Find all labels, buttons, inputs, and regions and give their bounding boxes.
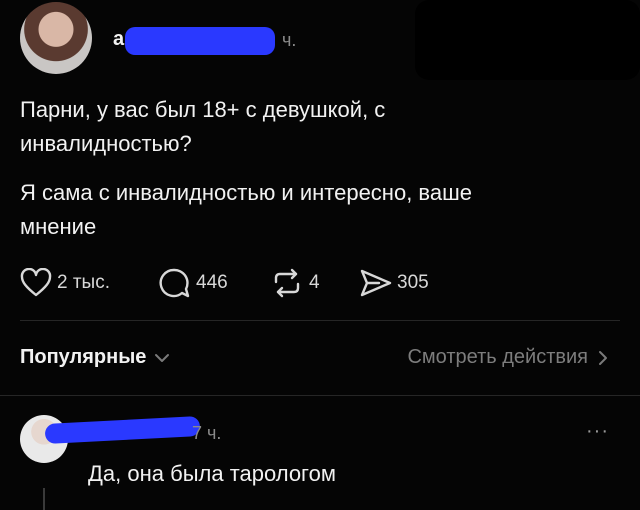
view-activity-label: Смотреть действия: [407, 346, 588, 368]
view-activity-link[interactable]: Смотреть действия: [407, 346, 608, 369]
post-text-line-2: инвалидностью?: [20, 131, 192, 156]
repost-icon: [274, 268, 300, 298]
divider: [0, 395, 640, 396]
username-redaction: [125, 27, 275, 55]
post-text-line-3: Я сама с инвалидностью и интересно, ваше: [20, 180, 472, 205]
more-options-button[interactable]: ···: [586, 420, 609, 443]
comments-count: 446: [196, 272, 228, 293]
reposts-count: 4: [309, 272, 320, 293]
comment-username-redaction: [44, 415, 201, 445]
post-text-line-4: мнение: [20, 214, 97, 239]
post-time: ч.: [282, 30, 297, 50]
comment-text: Да, она была тарологом: [88, 461, 336, 486]
post-text-line-1: Парни, у вас был 18+ с девушкой, с: [20, 97, 386, 122]
sort-label: Популярные: [20, 346, 147, 368]
like-button[interactable]: [20, 268, 52, 298]
chevron-right-icon: [599, 350, 607, 365]
likes-count: 2 тыс.: [57, 272, 110, 293]
shares-count: 305: [397, 272, 429, 293]
post-author-name[interactable]: a: [113, 28, 124, 51]
share-button[interactable]: [359, 268, 393, 298]
sort-dropdown[interactable]: Популярные: [20, 346, 170, 369]
post-author-avatar[interactable]: [20, 2, 92, 74]
comment-button[interactable]: [158, 267, 190, 299]
thread-line: [43, 488, 45, 510]
repost-button[interactable]: [270, 268, 304, 298]
send-icon: [360, 269, 392, 297]
heart-icon: [20, 268, 52, 297]
header-redaction: [415, 0, 640, 80]
comment-bubble-icon: [159, 268, 190, 298]
chevron-down-icon: [155, 353, 170, 362]
comment-time: 7 ч.: [192, 423, 222, 443]
divider: [20, 320, 620, 321]
